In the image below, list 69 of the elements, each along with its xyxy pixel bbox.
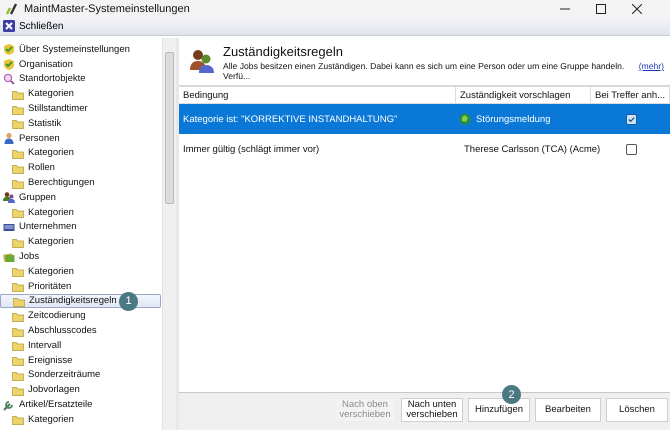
tree-item[interactable]: Standortobjekte [0, 72, 162, 86]
tree-item[interactable]: Statistik [0, 116, 161, 131]
tree-item[interactable]: Intervall [0, 338, 161, 353]
window-title: MaintMaster-Systemeinstellungen [24, 2, 190, 14]
folder-icon [12, 280, 24, 292]
tree-item[interactable]: Kategorien [0, 86, 161, 102]
column-header[interactable]: Zuständigkeit vorschlagen [456, 87, 591, 103]
shield-icon [3, 43, 15, 56]
tree-item[interactable]: Gruppen [0, 190, 162, 205]
table-row[interactable]: Immer gültig (schlägt immer vor) Therese Carlsson (TCA) (Acme) [179, 134, 670, 164]
folder-icon [12, 265, 24, 278]
folder-icon [12, 117, 24, 130]
folder-icon [12, 354, 24, 366]
action-button[interactable]: Hinzufügen [468, 398, 530, 422]
page-title: Zuständigkeitsregeln [223, 44, 344, 59]
column-header[interactable]: Bei Treffer anh... [591, 87, 670, 103]
close-icon[interactable] [632, 4, 642, 14]
table-row[interactable]: Kategorie ist: "KORREKTIVE INSTANDHALTUNG" Störungsmeldung [179, 104, 670, 134]
tree-item[interactable]: Jobvorlagen [0, 382, 161, 398]
callout-badge: 2 [502, 385, 521, 404]
people-icon [189, 48, 215, 74]
action-button[interactable]: Löschen [606, 398, 668, 422]
close-icon [3, 20, 15, 32]
tree-item[interactable]: Kategorien [0, 264, 161, 279]
folder-icon [12, 339, 24, 352]
more-link[interactable]: (mehr) [638, 61, 664, 71]
wrench-icon [3, 398, 15, 411]
tree-item[interactable]: Zuständigkeitsregeln 1 [0, 294, 161, 308]
folders-icon [3, 250, 15, 263]
tree-item[interactable]: Abschlusscodes [0, 323, 161, 338]
description-text: Alle Jobs besitzen einen Zuständigen. Dabei kann es sich um eine Person oder um eine Gruppe handeln. Verfü... [223, 61, 626, 81]
tree-item[interactable]: Kategorien [0, 412, 161, 427]
tree-item[interactable]: Berechtigungen [0, 175, 161, 190]
tree-item[interactable]: Rollen [0, 160, 161, 176]
folder-icon [12, 206, 24, 218]
app-logo-icon [6, 2, 18, 14]
close-button[interactable]: Schließen [0, 18, 66, 34]
action-button[interactable]: Nach unten verschieben [401, 398, 463, 422]
checkbox[interactable] [626, 144, 637, 154]
table-cell-text: Kategorie ist: "KORREKTIVE INSTANDHALTUNG" [182, 112, 398, 126]
maximize-icon[interactable] [596, 4, 606, 14]
scrollbar[interactable] [162, 38, 176, 430]
table-cell-text: Immer gültig (schlägt immer vor) [182, 142, 320, 156]
column-header[interactable]: Bedingung [179, 87, 456, 103]
shield-icon [3, 58, 15, 70]
folder-icon [12, 413, 24, 426]
tree-item[interactable]: Kategorien [0, 204, 161, 220]
group-icon [459, 113, 471, 125]
tree-item[interactable]: Sonderzeiträume [0, 368, 161, 382]
tree-item[interactable]: Artikel/Ersatzteile [0, 397, 162, 412]
tree-item[interactable]: Prioritäten [0, 278, 161, 294]
magnifier-icon [3, 72, 15, 85]
person-icon [3, 132, 15, 144]
tree-item[interactable]: Jobs [0, 249, 162, 264]
table-cell: Störungsmeldung [476, 114, 550, 124]
tree-item[interactable]: Kategorien [0, 234, 161, 250]
checkbox[interactable] [626, 114, 637, 124]
tree-item[interactable]: Organisation [0, 56, 162, 72]
table-cell: Therese Carlsson (TCA) (Acme) [464, 144, 600, 154]
group-icon [3, 191, 15, 204]
callout-badge: 1 [119, 292, 138, 311]
tree-item[interactable]: Stillstandtimer [0, 101, 161, 116]
tree-item[interactable]: Zeitcodierung [0, 308, 161, 324]
tree-item[interactable]: Kategorien [0, 146, 161, 160]
tree-item[interactable]: Personen [0, 130, 162, 146]
action-button[interactable]: Bearbeiten [535, 398, 601, 422]
tree-item[interactable]: Unternehmen [0, 220, 162, 234]
tree-item[interactable]: Ereignisse [0, 352, 161, 368]
tree-item[interactable]: Über Systemeinstellungen [0, 42, 162, 57]
